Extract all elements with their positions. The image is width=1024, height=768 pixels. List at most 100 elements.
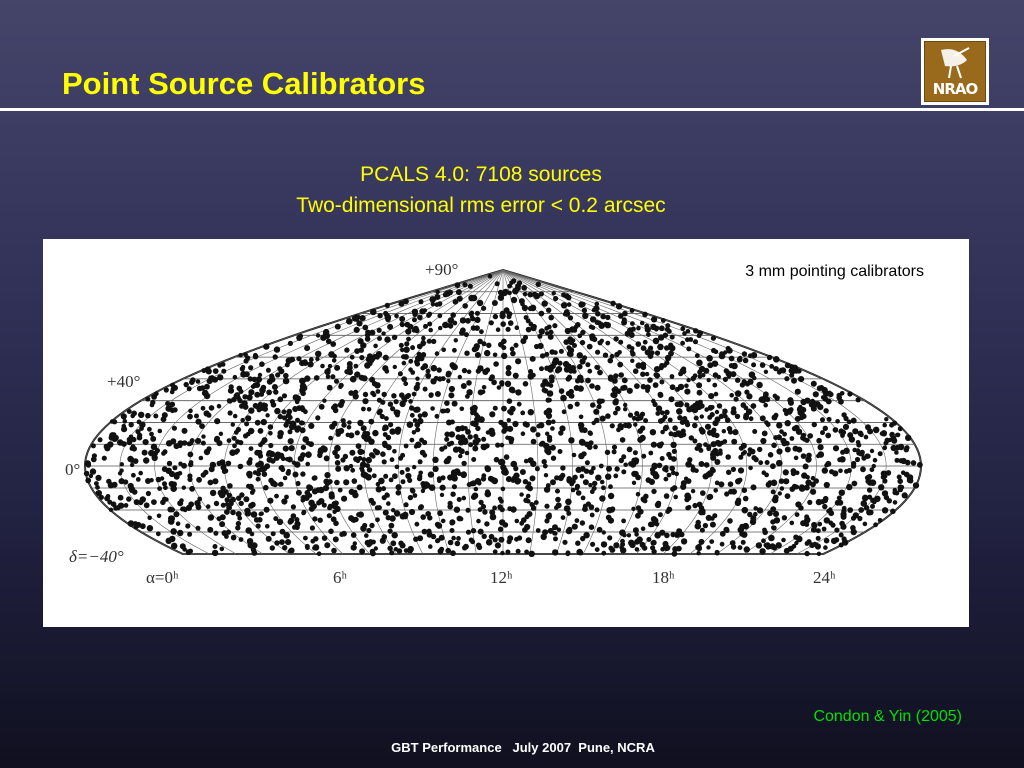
calibrator-source-dot: [681, 366, 687, 372]
calibrator-source-dot: [657, 512, 663, 518]
calibrator-source-dot: [481, 305, 487, 311]
calibrator-source-dot: [805, 479, 812, 486]
calibrator-source-dot: [538, 328, 545, 335]
calibrator-source-dot: [855, 440, 861, 445]
calibrator-source-dot: [113, 505, 119, 511]
calibrator-source-dot: [90, 443, 96, 449]
calibrator-source-dot: [621, 377, 628, 384]
calibrator-source-dot: [770, 489, 776, 495]
calibrator-source-dot: [447, 539, 454, 546]
calibrator-source-dot: [477, 507, 483, 513]
calibrator-source-dot: [323, 455, 330, 462]
calibrator-source-dot: [544, 447, 551, 454]
calibrator-source-dot: [622, 310, 628, 317]
calibrator-source-dot: [414, 359, 420, 365]
calibrator-source-dot: [877, 518, 883, 523]
calibrator-source-dot: [576, 352, 583, 359]
calibrator-source-dot: [265, 524, 270, 529]
calibrator-source-dot: [213, 500, 220, 507]
calibrator-source-dot: [267, 424, 274, 430]
calibrator-source-dot: [491, 300, 498, 306]
calibrator-source-dot: [206, 412, 212, 418]
calibrator-source-dot: [796, 406, 804, 413]
calibrator-source-dot: [129, 462, 135, 468]
calibrator-source-dot: [139, 496, 146, 503]
calibrator-source-dot: [233, 393, 240, 400]
calibrator-source-dot: [538, 310, 545, 317]
calibrator-source-dot: [646, 537, 652, 542]
calibrator-source-dot: [387, 528, 393, 534]
calibrator-source-dot: [670, 456, 677, 462]
calibrator-source-dot: [366, 527, 372, 534]
calibrator-source-dot: [216, 460, 222, 467]
calibrator-source-dot: [439, 484, 446, 491]
calibrator-source-dot: [472, 445, 479, 452]
calibrator-source-dot: [282, 445, 289, 452]
calibrator-source-dot: [453, 338, 458, 343]
calibrator-source-dot: [595, 349, 601, 355]
calibrator-source-dot: [756, 381, 763, 389]
calibrator-source-dot: [699, 414, 704, 419]
calibrator-source-dot: [730, 488, 738, 495]
calibrator-source-dot: [489, 411, 496, 418]
calibrator-source-dot: [534, 343, 540, 350]
calibrator-source-dot: [356, 484, 363, 491]
calibrator-source-dot: [615, 405, 621, 412]
calibrator-source-dot: [286, 408, 293, 415]
calibrator-source-dot: [458, 516, 464, 522]
calibrator-source-dot: [284, 362, 290, 368]
calibrator-source-dot: [555, 366, 563, 373]
calibrator-source-dot: [155, 476, 162, 483]
calibrator-source-dot: [513, 342, 519, 348]
calibrator-source-dot: [613, 473, 619, 479]
calibrator-source-dot: [866, 474, 873, 480]
calibrator-source-dot: [330, 374, 336, 380]
calibrator-source-dot: [83, 470, 90, 477]
calibrator-source-dot: [287, 438, 294, 445]
calibrator-source-dot: [203, 392, 211, 400]
calibrator-source-dot: [590, 402, 596, 408]
calibrator-source-dot: [338, 427, 345, 434]
calibrator-source-dot: [321, 535, 328, 541]
calibrator-source-dot: [268, 477, 274, 484]
calibrator-source-dot: [97, 437, 103, 443]
calibrator-source-dot: [578, 452, 585, 460]
calibrator-source-dot: [181, 485, 186, 490]
calibrator-source-dot: [644, 326, 651, 333]
calibrator-source-dot: [379, 413, 385, 420]
calibrator-source-dot: [760, 437, 767, 445]
calibrator-source-dot: [580, 535, 586, 542]
calibrator-source-dot: [577, 363, 583, 370]
calibrator-source-dot: [515, 358, 522, 365]
calibrator-source-dot: [387, 401, 394, 407]
calibrator-source-dot: [443, 445, 448, 450]
calibrator-source-dot: [594, 507, 600, 513]
calibrator-source-dot: [474, 416, 481, 423]
calibrator-source-dot: [639, 425, 646, 431]
calibrator-source-dot: [794, 388, 801, 395]
calibrator-source-dot: [611, 444, 618, 450]
ra-label-12h: 12ʰ: [490, 568, 513, 587]
calibrator-source-dot: [315, 487, 322, 493]
calibrator-source-dot: [391, 508, 396, 513]
calibrator-source-dot: [524, 514, 530, 520]
calibrator-source-dot: [230, 534, 237, 541]
calibrator-source-dot: [266, 456, 273, 463]
calibrator-source-dot: [386, 501, 391, 506]
calibrator-source-dot: [437, 313, 443, 319]
calibrator-source-dot: [594, 364, 600, 370]
calibrator-source-dot: [650, 350, 655, 355]
calibrator-source-dot: [255, 476, 261, 482]
calibrator-source-dot: [390, 406, 396, 412]
calibrator-source-dot: [712, 447, 719, 454]
calibrator-source-dot: [827, 390, 832, 396]
calibrator-source-dot: [574, 401, 580, 407]
calibrator-source-dot: [187, 531, 193, 537]
calibrator-source-dot: [244, 421, 250, 427]
calibrator-source-dot: [281, 498, 288, 505]
calibrator-source-dot: [523, 315, 529, 320]
calibrator-source-dot: [177, 529, 184, 537]
calibrator-source-dot: [315, 350, 322, 357]
calibrator-source-dot: [292, 406, 299, 412]
calibrator-source-dot: [493, 361, 499, 367]
